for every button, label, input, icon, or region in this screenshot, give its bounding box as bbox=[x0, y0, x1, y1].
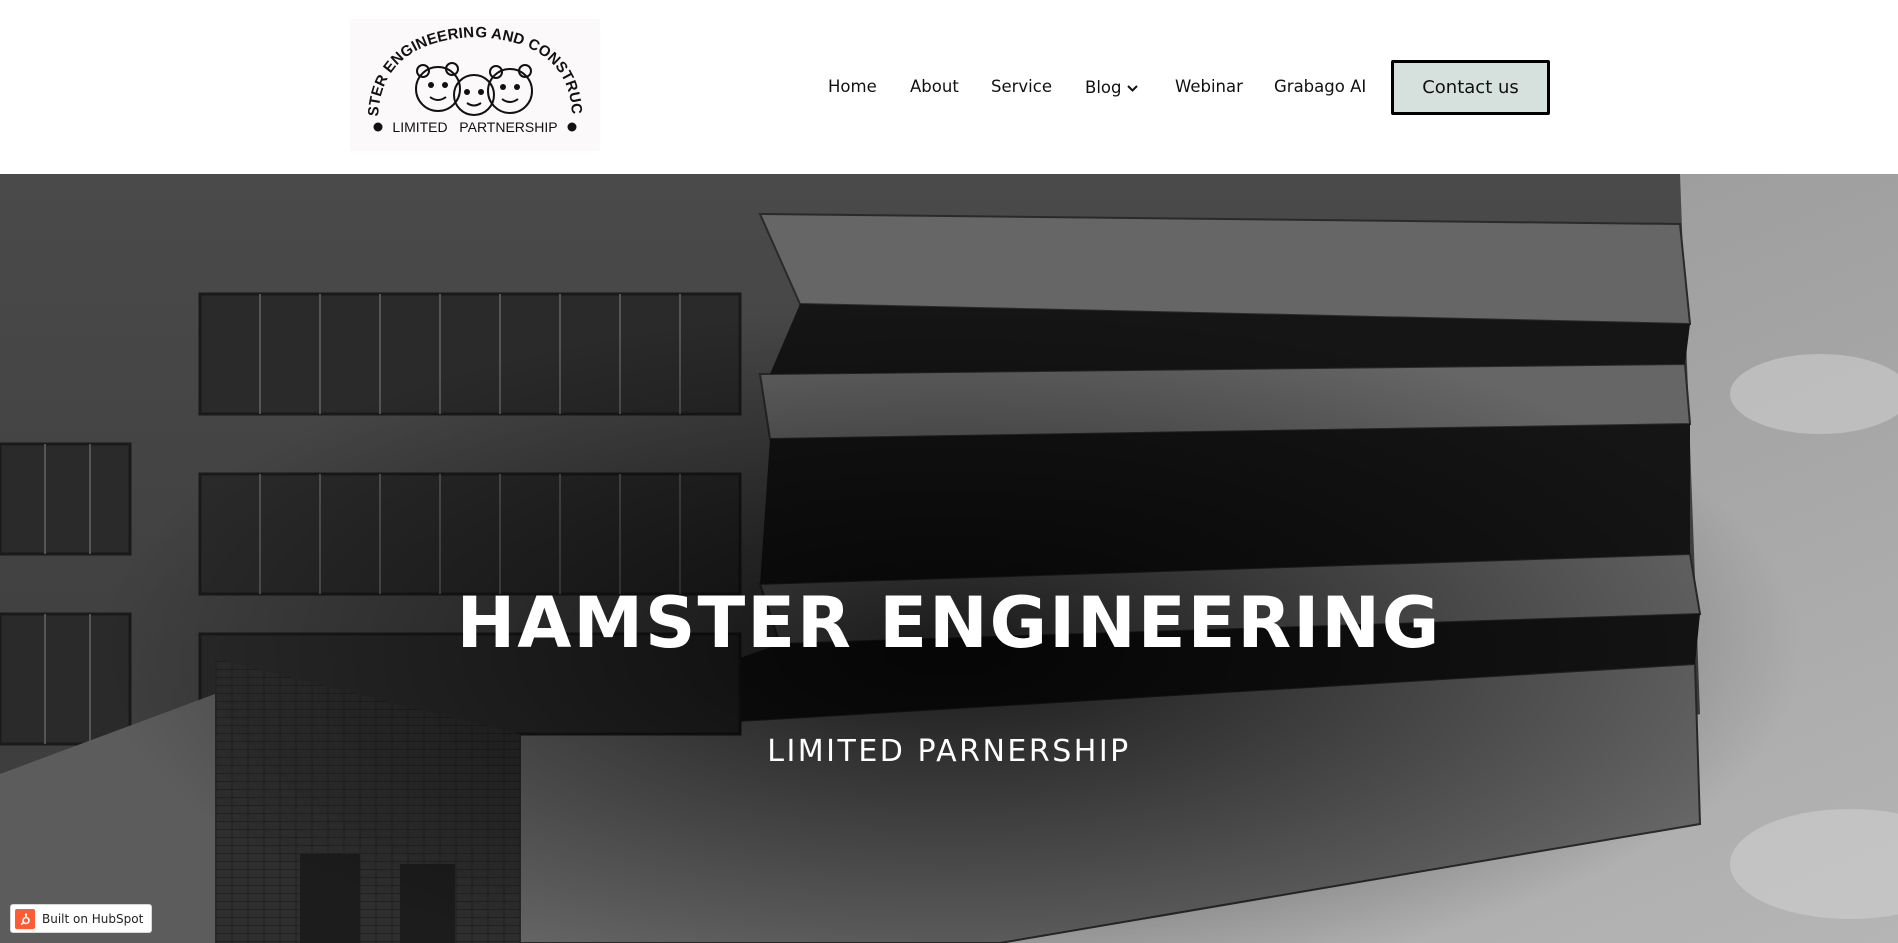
chevron-down-icon bbox=[1127, 76, 1139, 98]
nav-grabago-ai[interactable]: Grabago AI bbox=[1274, 76, 1366, 98]
hero-subtitle: LIMITED PARNERSHIP bbox=[767, 734, 1131, 769]
hubspot-sprocket-icon bbox=[15, 908, 35, 929]
contact-us-button[interactable]: Contact us bbox=[1391, 60, 1550, 115]
nav-service[interactable]: Service bbox=[991, 76, 1052, 98]
built-on-hubspot-badge[interactable]: Built on HubSpot bbox=[10, 904, 153, 933]
hero-section: HAMSTER ENGINEERING LIMITED PARNERSHIP bbox=[0, 174, 1898, 943]
nav-blog-label: Blog bbox=[1085, 78, 1122, 97]
hubspot-badge-label: Built on HubSpot bbox=[42, 911, 144, 926]
main-nav: Home About Service Blog Webinar Grabago … bbox=[0, 0, 1898, 174]
nav-webinar[interactable]: Webinar bbox=[1175, 76, 1243, 98]
site-header: HAMSTER ENGINEERING AND CONSTRUCTION LIM… bbox=[0, 0, 1898, 174]
nav-home[interactable]: Home bbox=[828, 76, 877, 98]
hero-building-image bbox=[0, 174, 1898, 943]
nav-blog[interactable]: Blog bbox=[1085, 76, 1139, 99]
hero-title: HAMSTER ENGINEERING bbox=[456, 582, 1442, 664]
nav-about[interactable]: About bbox=[910, 76, 959, 98]
